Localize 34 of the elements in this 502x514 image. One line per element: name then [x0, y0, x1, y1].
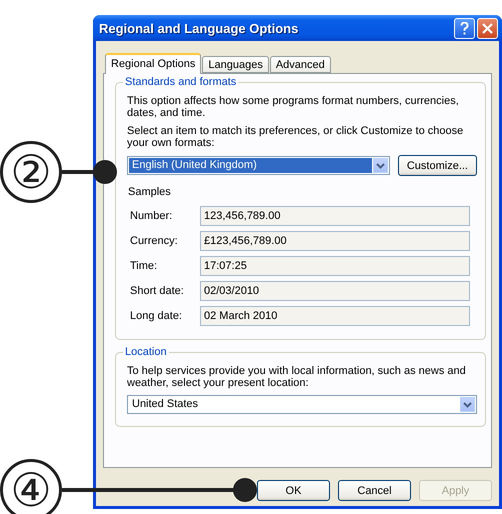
sample-label: Time: [130, 260, 158, 272]
samples-label: Samples [128, 186, 172, 198]
sample-field: 123,456,789.00 [200, 206, 470, 226]
description-text: This option affects how some programs format numbers, currencies, dates, and time. [127, 95, 460, 119]
group-legend: Location [123, 346, 169, 358]
group-legend: Standards and formats [123, 76, 238, 88]
location-dropdown[interactable]: United States [127, 395, 477, 414]
callout-number: ② [0, 141, 62, 203]
sample-label: Currency: [130, 235, 179, 247]
sample-field: 02 March 2010 [200, 306, 470, 326]
question-mark-icon [460, 22, 469, 34]
sample-label: Long date: [130, 310, 183, 322]
tab[interactable]: Advanced [270, 56, 331, 73]
location-description: To help services provide you with local information, such as news and weather, select your present location: [127, 365, 467, 389]
close-button[interactable] [477, 18, 498, 38]
chevron-down-icon [376, 162, 385, 168]
close-icon [482, 22, 493, 34]
sample-field: 17:07:25 [200, 256, 470, 276]
dialog-button[interactable]: OK [257, 480, 330, 501]
sample-label: Number: [130, 210, 174, 222]
leader-line [62, 159, 118, 185]
instruction-text: Select an item to match its preferences, or click Customize to choose your own formats: [127, 125, 464, 149]
help-button[interactable] [454, 18, 475, 38]
tab[interactable]: Languages [202, 56, 269, 73]
sample-label: Short date: [130, 285, 185, 297]
sample-field: £123,456,789.00 [200, 231, 470, 251]
dialog-button[interactable]: Cancel [338, 480, 411, 501]
customize-button[interactable]: Customize... [398, 155, 477, 176]
sample-field: 02/03/2010 [200, 281, 470, 301]
chevron-down-icon [463, 402, 472, 408]
format-dropdown[interactable]: English (United Kingdom) [127, 156, 390, 175]
window-title: Regional and Language Options [99, 20, 300, 36]
callout-number: ④ [0, 459, 62, 514]
tab[interactable]: Regional Options [105, 53, 202, 74]
